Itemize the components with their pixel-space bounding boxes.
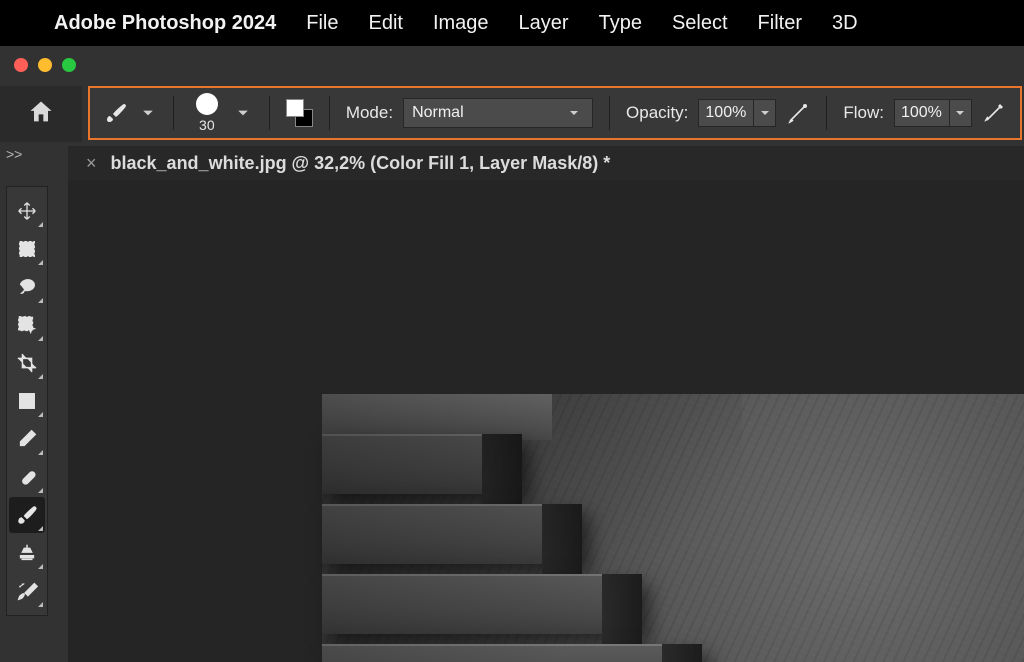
chevron-down-icon	[564, 99, 584, 127]
brush-preview[interactable]: 30	[190, 93, 223, 133]
menu-image[interactable]: Image	[433, 12, 489, 35]
home-button[interactable]	[27, 98, 55, 131]
menu-3d[interactable]: 3D	[832, 12, 858, 35]
menu-file[interactable]: File	[306, 12, 338, 35]
document-tab-title[interactable]: black_and_white.jpg @ 32,2% (Color Fill …	[111, 153, 611, 174]
opacity-dropdown[interactable]	[754, 99, 776, 127]
tab-close-icon[interactable]: ×	[86, 153, 97, 174]
object-selection-tool[interactable]	[9, 307, 45, 343]
home-strip	[0, 86, 82, 142]
app-window: 30 Mode: Normal Opacity: 100%	[0, 46, 1024, 662]
blend-mode-value: Normal	[412, 104, 464, 122]
separator	[269, 96, 270, 130]
mode-label: Mode:	[346, 103, 393, 123]
brush-size-value: 30	[199, 117, 215, 133]
opacity-label: Opacity:	[626, 103, 688, 123]
document-image	[322, 394, 1024, 662]
window-minimize-button[interactable]	[38, 58, 52, 72]
flow-input[interactable]: 100%	[894, 99, 950, 127]
frame-tool[interactable]	[9, 383, 45, 419]
opacity-value: 100%	[705, 104, 746, 122]
menu-edit[interactable]: Edit	[368, 12, 402, 35]
clone-stamp-tool[interactable]	[9, 535, 45, 571]
menu-type[interactable]: Type	[599, 12, 642, 35]
fg-color-icon	[286, 99, 304, 117]
document-tab-bar: × black_and_white.jpg @ 32,2% (Color Fil…	[68, 146, 1024, 180]
tools-panel	[6, 186, 48, 616]
menu-filter[interactable]: Filter	[758, 12, 802, 35]
menu-select[interactable]: Select	[672, 12, 728, 35]
history-brush-tool[interactable]	[9, 573, 45, 609]
window-controls	[14, 58, 76, 72]
macos-menubar: Adobe Photoshop 2024 File Edit Image Lay…	[0, 0, 1024, 46]
brush-settings-toggle[interactable]	[286, 99, 313, 127]
move-tool[interactable]	[9, 193, 45, 229]
panel-collapse-toggle[interactable]: >>	[6, 146, 22, 162]
flow-value: 100%	[901, 104, 942, 122]
healing-brush-tool[interactable]	[9, 459, 45, 495]
lasso-tool[interactable]	[9, 269, 45, 305]
airbrush-icon[interactable]	[982, 101, 1006, 125]
window-close-button[interactable]	[14, 58, 28, 72]
flow-dropdown[interactable]	[950, 99, 972, 127]
app-name[interactable]: Adobe Photoshop 2024	[54, 12, 276, 35]
canvas-area[interactable]	[68, 180, 1024, 662]
tool-preset-dropdown[interactable]	[138, 99, 157, 127]
marquee-tool[interactable]	[9, 231, 45, 267]
options-bar: 30 Mode: Normal Opacity: 100%	[88, 86, 1022, 140]
separator	[173, 96, 174, 130]
separator	[329, 96, 330, 130]
separator	[826, 96, 827, 130]
brush-dot-icon	[196, 93, 218, 115]
brush-preset-dropdown[interactable]	[233, 99, 252, 127]
flow-label: Flow:	[843, 103, 884, 123]
separator	[609, 96, 610, 130]
pressure-opacity-icon[interactable]	[786, 101, 810, 125]
eyedropper-tool[interactable]	[9, 421, 45, 457]
menu-layer[interactable]: Layer	[519, 12, 569, 35]
opacity-input[interactable]: 100%	[698, 99, 754, 127]
brush-tool[interactable]	[9, 497, 45, 533]
crop-tool[interactable]	[9, 345, 45, 381]
tool-preset-icon[interactable]	[104, 101, 128, 125]
window-zoom-button[interactable]	[62, 58, 76, 72]
blend-mode-select[interactable]: Normal	[403, 98, 593, 128]
